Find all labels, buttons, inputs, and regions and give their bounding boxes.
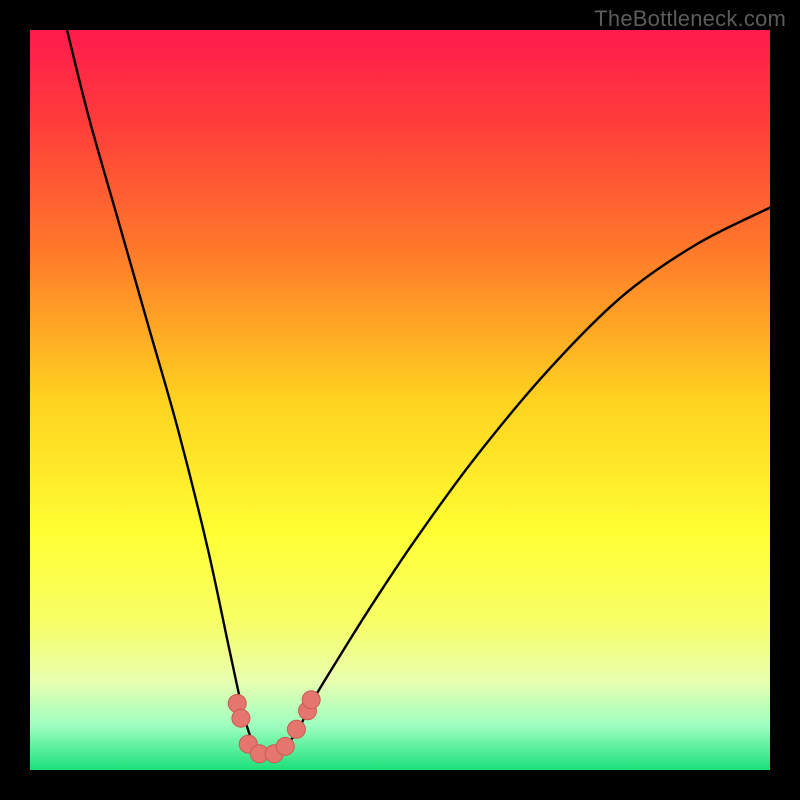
watermark-text: TheBottleneck.com	[594, 6, 786, 32]
trough-marker	[287, 720, 305, 738]
chart-frame: TheBottleneck.com	[0, 0, 800, 800]
trough-marker	[232, 709, 250, 727]
trough-marker	[302, 691, 320, 709]
plot-area	[30, 30, 770, 770]
trough-marker	[276, 737, 294, 755]
bottleneck-curve	[30, 30, 770, 770]
